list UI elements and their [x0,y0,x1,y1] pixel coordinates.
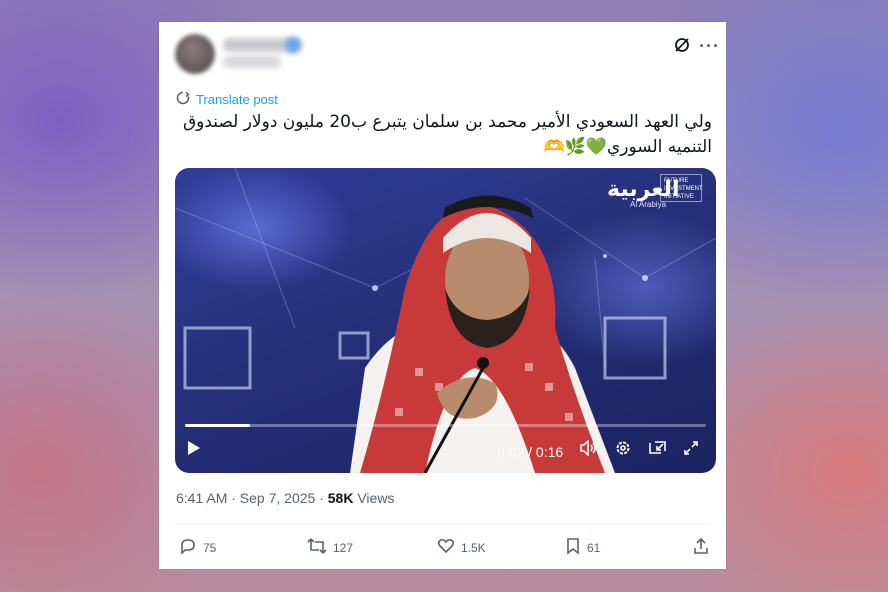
more-icon[interactable]: ··· [699,36,720,56]
share-button[interactable] [692,537,710,558]
settings-gear-icon[interactable] [615,440,631,461]
like-count: 1.5K [461,540,486,555]
translate-icon [176,91,190,108]
volume-icon[interactable] [580,439,598,461]
verified-badge-icon [285,37,301,53]
repost-button[interactable]: 127 [307,537,353,558]
video-progress-fill [185,424,251,427]
share-icon [692,537,710,558]
translate-label: Translate post [196,92,278,107]
overlay-badge: FUTURE INVESTMENT INITIATIVE [660,174,703,202]
post-meta: 6:41 AM · Sep 7, 2025 · 58K Views [176,490,394,506]
video-time: 0:02 / 0:16 [497,444,564,460]
speaker-figure [350,195,615,473]
action-bar: 75 127 1.5K 61 [159,537,726,561]
reply-icon [179,537,197,558]
bookmark-icon [565,537,581,558]
reply-button[interactable]: 75 [179,537,216,558]
post-card: ··· Translate post ولي العهد السعودي الأ… [159,22,726,569]
grok-icon[interactable] [673,36,691,58]
avatar[interactable] [175,34,215,74]
video-progress-bar[interactable] [185,424,706,427]
divider [175,524,710,525]
video-player[interactable]: العربية Al Arabiya FUTURE INVESTMENT INI… [175,168,716,473]
views-label: Views [353,490,395,506]
bookmark-count: 61 [587,540,601,555]
reply-count: 75 [203,540,217,555]
post-text: ولي العهد السعودي الأمير محمد بن سلمان ي… [182,110,712,160]
heart-icon [437,537,455,558]
translate-post-link[interactable]: Translate post [176,91,278,108]
author-handle-blurred[interactable] [223,56,281,68]
bookmark-button[interactable]: 61 [565,537,600,558]
fullscreen-icon[interactable] [683,440,699,461]
post-timestamp[interactable]: 6:41 AM · Sep 7, 2025 · [176,490,328,506]
like-button[interactable]: 1.5K [437,537,486,558]
views-count: 58K [327,490,354,506]
picture-in-picture-icon[interactable] [649,440,667,461]
play-icon[interactable] [187,440,201,461]
post-text-line-2: التنميه السوري💚🌿🫶 [543,137,712,157]
repost-count: 127 [333,540,354,555]
repost-icon [307,537,327,558]
post-text-line-1: ولي العهد السعودي الأمير محمد بن سلمان ي… [182,112,712,132]
